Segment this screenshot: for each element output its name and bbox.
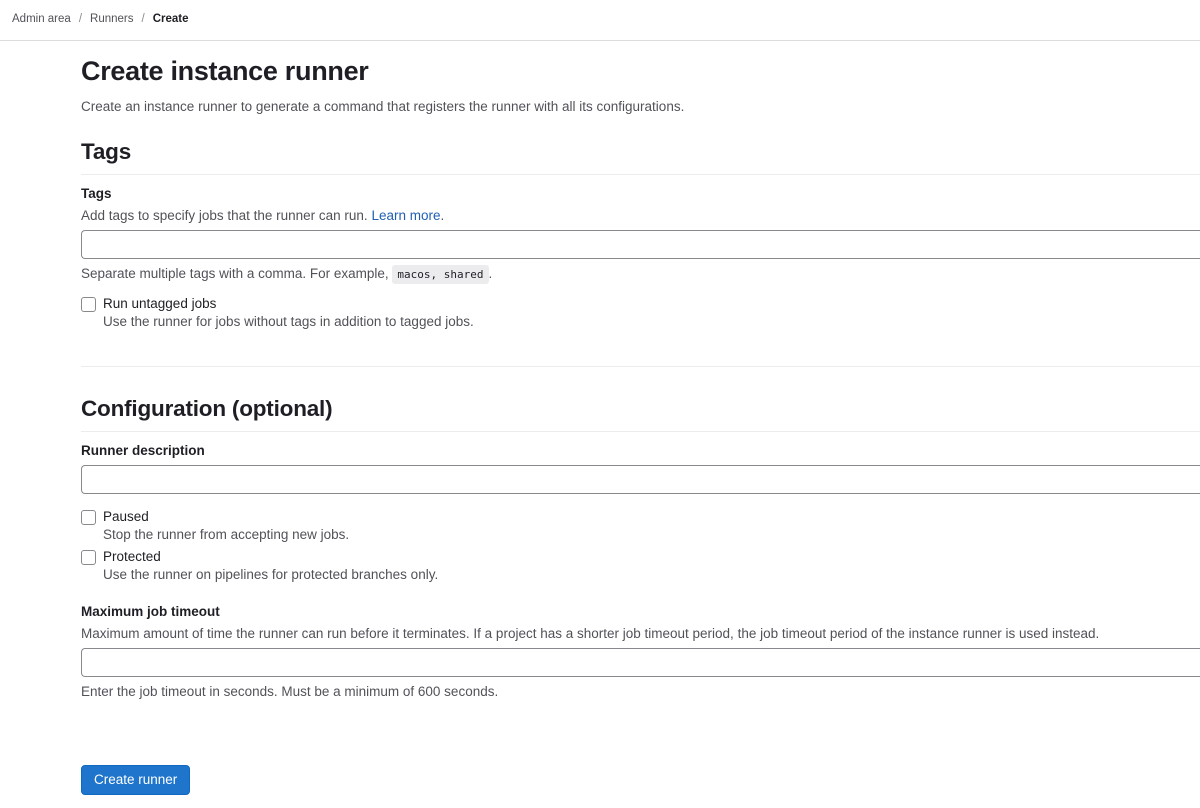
max-timeout-help: Maximum amount of time the runner can ru…: [81, 626, 1100, 641]
tags-help-suffix: .: [440, 208, 445, 223]
paused-option[interactable]: Paused: [81, 508, 149, 526]
run-untagged-option[interactable]: Run untagged jobs: [81, 295, 216, 313]
max-timeout-hint: Enter the job timeout in seconds. Must b…: [81, 684, 499, 699]
run-untagged-help: Use the runner for jobs without tags in …: [103, 314, 474, 329]
tags-help: Add tags to specify jobs that the runner…: [81, 208, 444, 223]
tags-hint-suffix: .: [488, 266, 493, 281]
paused-label[interactable]: Paused: [103, 508, 149, 526]
run-untagged-checkbox[interactable]: [81, 296, 96, 312]
protected-help: Use the runner on pipelines for protecte…: [103, 567, 439, 582]
protected-checkbox[interactable]: [81, 549, 96, 565]
breadcrumb-admin-area[interactable]: Admin area: [12, 13, 71, 25]
breadcrumb-runners[interactable]: Runners: [90, 13, 133, 25]
tags-label: Tags: [81, 186, 112, 201]
breadcrumb-separator: /: [141, 13, 145, 25]
create-runner-button[interactable]: Create runner: [81, 765, 191, 795]
max-timeout-label: Maximum job timeout: [81, 604, 220, 619]
configuration-section-heading: Configuration (optional): [81, 396, 333, 421]
breadcrumb-current: Create: [152, 13, 189, 25]
tags-section-heading: Tags: [81, 139, 132, 164]
section-divider: [81, 431, 1200, 432]
tags-hint-text: Separate multiple tags with a comma. For…: [81, 266, 389, 281]
protected-label[interactable]: Protected: [103, 548, 161, 566]
tags-hint: Separate multiple tags with a comma. For…: [81, 265, 493, 284]
protected-option[interactable]: Protected: [81, 548, 161, 566]
runner-description-label: Runner description: [81, 443, 205, 458]
section-divider: [81, 366, 1200, 367]
run-untagged-label[interactable]: Run untagged jobs: [103, 295, 216, 313]
max-timeout-input[interactable]: [81, 648, 1200, 677]
top-bar: Admin area / Runners / Create: [0, 0, 1200, 41]
paused-checkbox[interactable]: [81, 509, 96, 525]
tags-help-text: Add tags to specify jobs that the runner…: [81, 208, 368, 223]
tags-example-code: macos, shared: [392, 265, 489, 284]
breadcrumb-separator: /: [78, 13, 83, 25]
learn-more-link[interactable]: Learn more: [371, 208, 440, 223]
paused-help: Stop the runner from accepting new jobs.: [103, 527, 350, 542]
tags-input[interactable]: [81, 230, 1200, 259]
page-title: Create instance runner: [81, 56, 369, 86]
runner-description-input[interactable]: [81, 465, 1200, 494]
page-description: Create an instance runner to generate a …: [81, 99, 685, 114]
section-divider: [81, 174, 1200, 175]
breadcrumb: Admin area / Runners / Create: [12, 13, 189, 25]
